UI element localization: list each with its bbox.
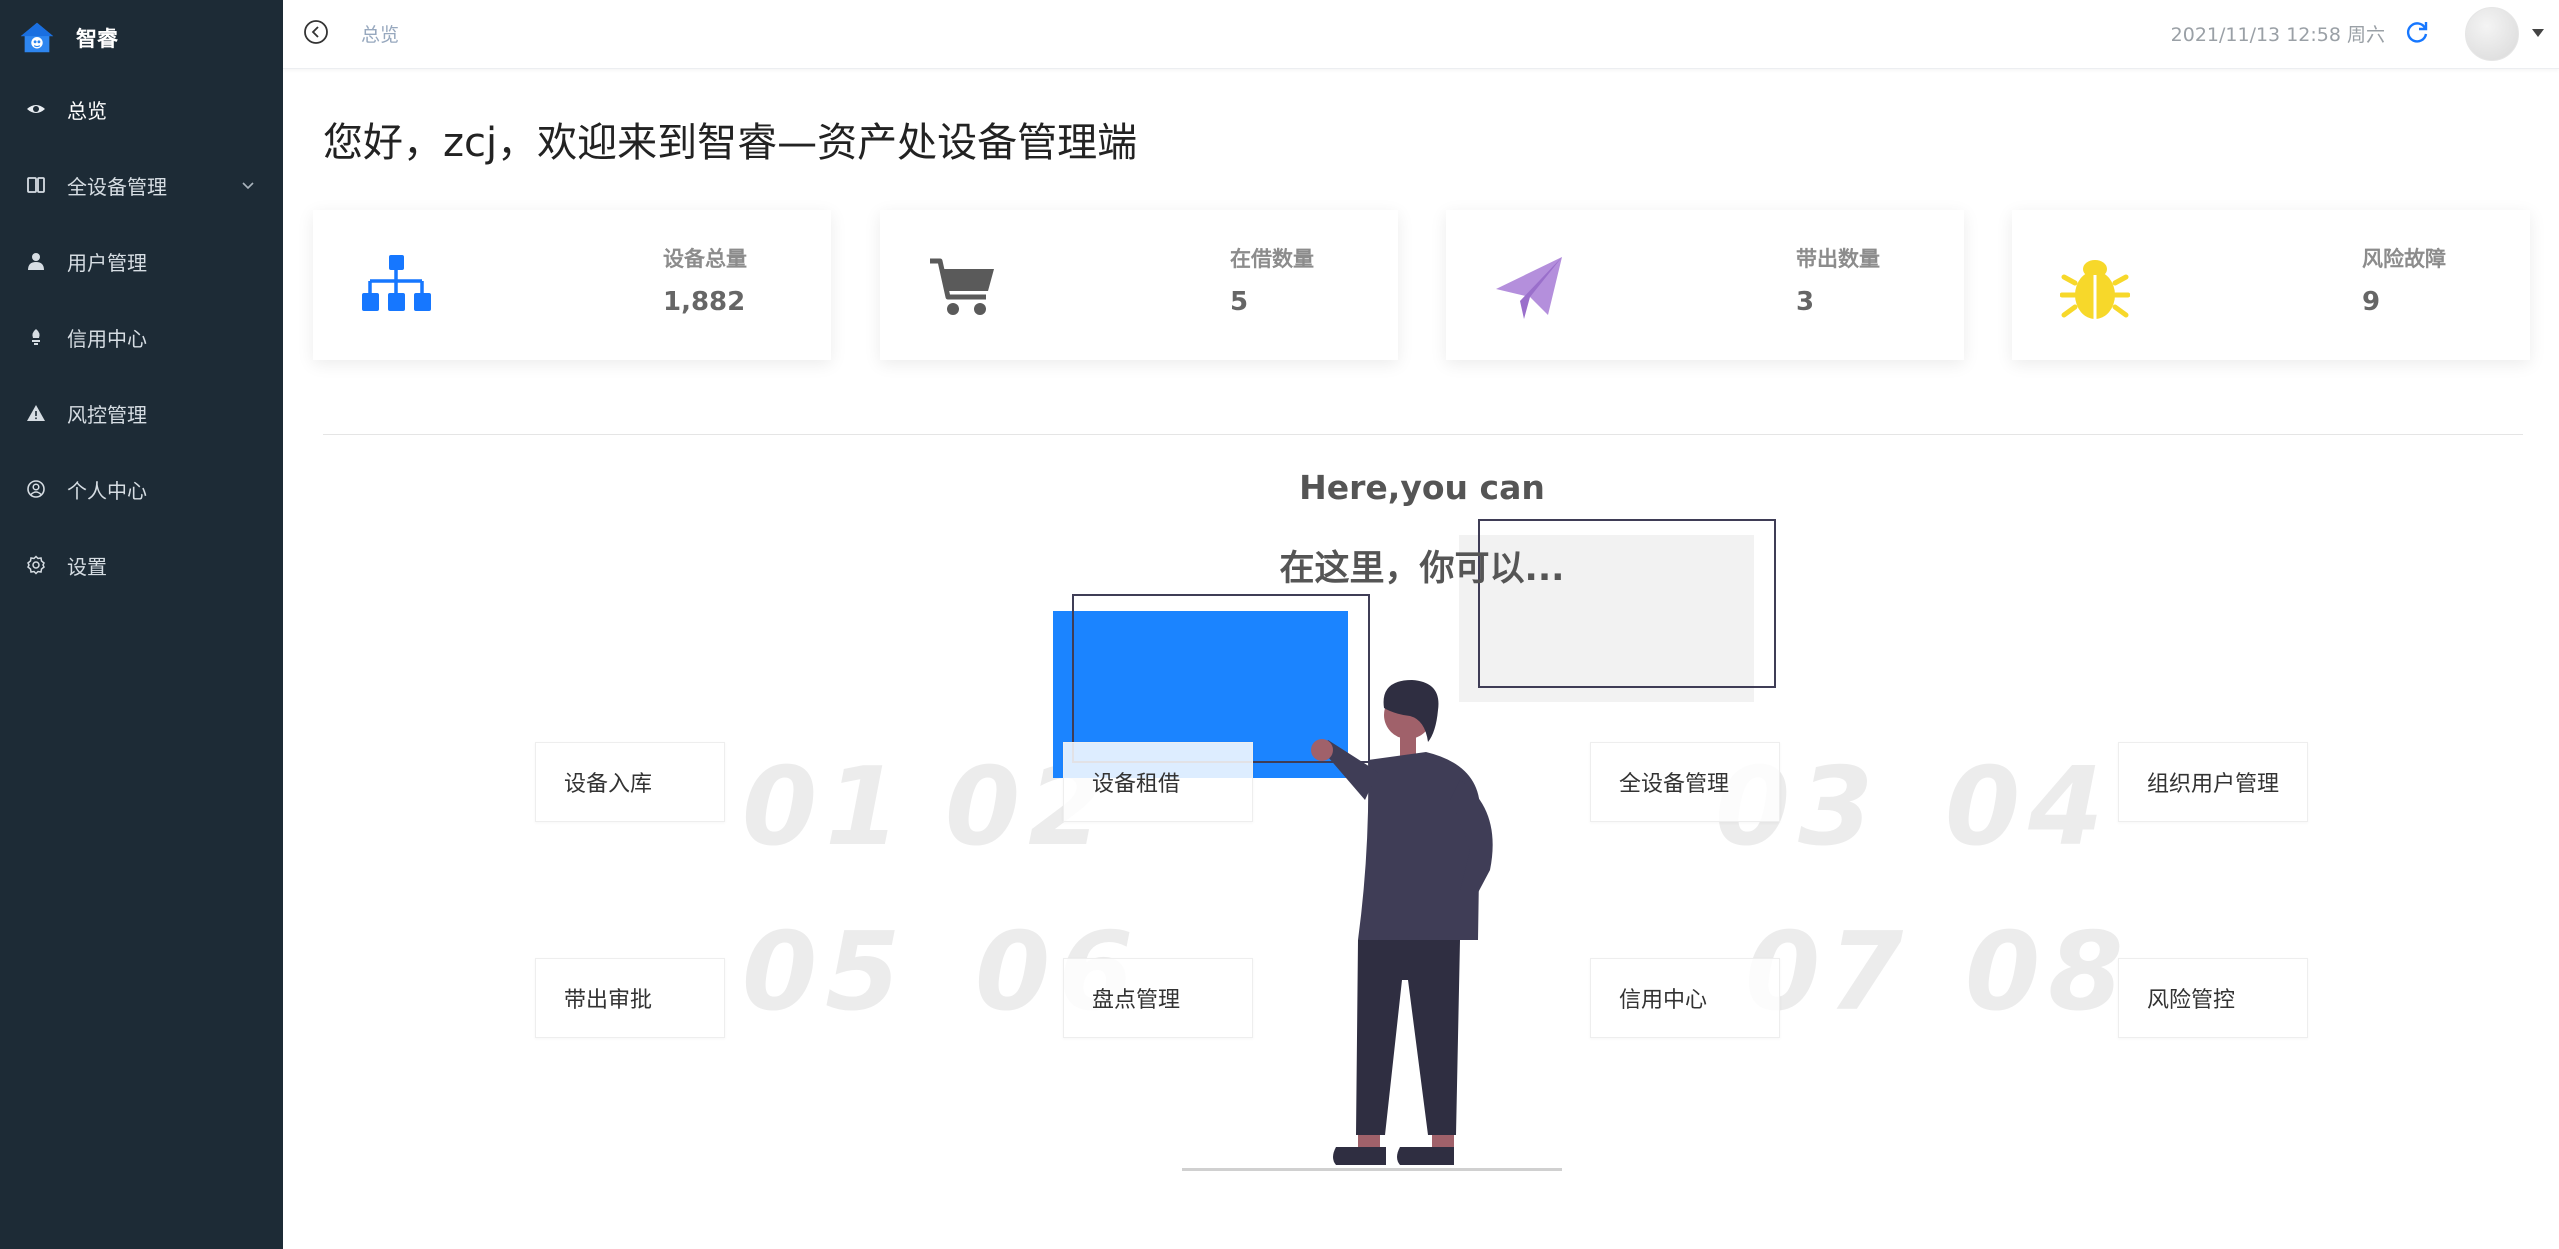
sidebar-item-label: 设置 <box>67 554 107 579</box>
sitemap-icon <box>362 255 431 311</box>
sidebar-item-settings[interactable]: 设置 <box>0 527 283 603</box>
sidebar-item-risk-control[interactable]: 风控管理 <box>0 375 283 451</box>
chevron-down-icon[interactable] <box>241 178 255 192</box>
intro-subtitle: 在这里，你可以... <box>1279 549 1565 589</box>
intro-title: Here,you can <box>1299 468 1545 507</box>
sidebar-item-credit[interactable]: 信用中心 <box>0 299 283 375</box>
back-circle-icon[interactable] <box>303 19 329 45</box>
datetime: 2021/11/13 12:58 周六 <box>2170 24 2385 46</box>
stat-label: 风险故障 <box>2362 247 2446 271</box>
sidebar-item-label: 个人中心 <box>67 478 147 503</box>
user-icon <box>26 251 46 271</box>
gear-icon <box>26 555 46 575</box>
caret-down-icon[interactable] <box>2531 28 2545 38</box>
sidebar-item-label: 用户管理 <box>67 250 147 275</box>
stat-card-taken-out[interactable]: 带出数量 3 <box>1446 210 1964 360</box>
stat-card-total-devices[interactable]: 设备总量 1,882 <box>313 210 831 360</box>
stat-value: 1,882 <box>663 287 746 317</box>
paper-plane-icon <box>1496 257 1562 319</box>
presenter-illustration <box>1053 519 1776 1171</box>
sidebar: 智睿 总览 全设备管理 用户管理 信用中心 风控管理 个人中心 设置 <box>0 0 283 1249</box>
cart-icon <box>930 258 994 315</box>
quick-credit-center[interactable]: 信用中心 <box>1590 958 1780 1038</box>
house-logo-icon <box>20 22 54 53</box>
refresh-icon[interactable] <box>2403 18 2431 46</box>
stat-card-borrowed[interactable]: 在借数量 5 <box>880 210 1398 360</box>
stat-value: 9 <box>2362 287 2381 317</box>
section-divider <box>323 434 2523 435</box>
stat-label: 带出数量 <box>1796 247 1880 271</box>
sidebar-item-all-devices[interactable]: 全设备管理 <box>0 147 283 223</box>
stat-value: 3 <box>1796 287 1815 317</box>
devices-icon <box>26 175 46 195</box>
sidebar-menu: 总览 全设备管理 用户管理 信用中心 风控管理 个人中心 设置 <box>0 71 283 603</box>
step-number: 01 <box>742 745 909 870</box>
quick-org-users[interactable]: 组织用户管理 <box>2118 742 2308 822</box>
quick-risk-control[interactable]: 风险管控 <box>2118 958 2308 1038</box>
top-header: 总览 2021/11/13 12:58 周六 <box>283 0 2559 69</box>
stat-label: 在借数量 <box>1230 247 1314 271</box>
sidebar-item-label: 风控管理 <box>67 402 147 427</box>
quick-device-rental[interactable]: 设备租借 <box>1063 742 1253 822</box>
stat-label: 设备总量 <box>663 247 747 271</box>
sidebar-item-users[interactable]: 用户管理 <box>0 223 283 299</box>
user-circle-icon <box>26 479 46 499</box>
brand[interactable]: 智睿 <box>18 18 118 58</box>
bug-icon <box>2060 260 2130 319</box>
sidebar-item-personal[interactable]: 个人中心 <box>0 451 283 527</box>
step-number: 08 <box>1965 910 2132 1035</box>
warning-icon <box>26 403 46 423</box>
eye-icon <box>26 99 46 119</box>
step-number: 04 <box>1945 745 2112 870</box>
quick-device-inbound[interactable]: 设备入库 <box>535 742 725 822</box>
step-number: 05 <box>742 910 909 1035</box>
credit-icon <box>26 327 46 347</box>
avatar[interactable] <box>2465 7 2519 61</box>
quick-all-devices[interactable]: 全设备管理 <box>1590 742 1780 822</box>
sidebar-item-overview[interactable]: 总览 <box>0 71 283 147</box>
stat-card-risk-faults[interactable]: 风险故障 9 <box>2012 210 2530 360</box>
stat-value: 5 <box>1230 287 1249 317</box>
breadcrumb[interactable]: 总览 <box>361 20 399 47</box>
quick-takeout-approval[interactable]: 带出审批 <box>535 958 725 1038</box>
sidebar-item-label: 总览 <box>67 98 107 123</box>
welcome-title: 您好，zcj，欢迎来到智睿—资产处设备管理端 <box>323 120 1138 166</box>
sidebar-item-label: 全设备管理 <box>67 174 167 199</box>
brand-name: 智睿 <box>76 27 118 51</box>
sidebar-item-label: 信用中心 <box>67 326 147 351</box>
quick-inventory[interactable]: 盘点管理 <box>1063 958 1253 1038</box>
